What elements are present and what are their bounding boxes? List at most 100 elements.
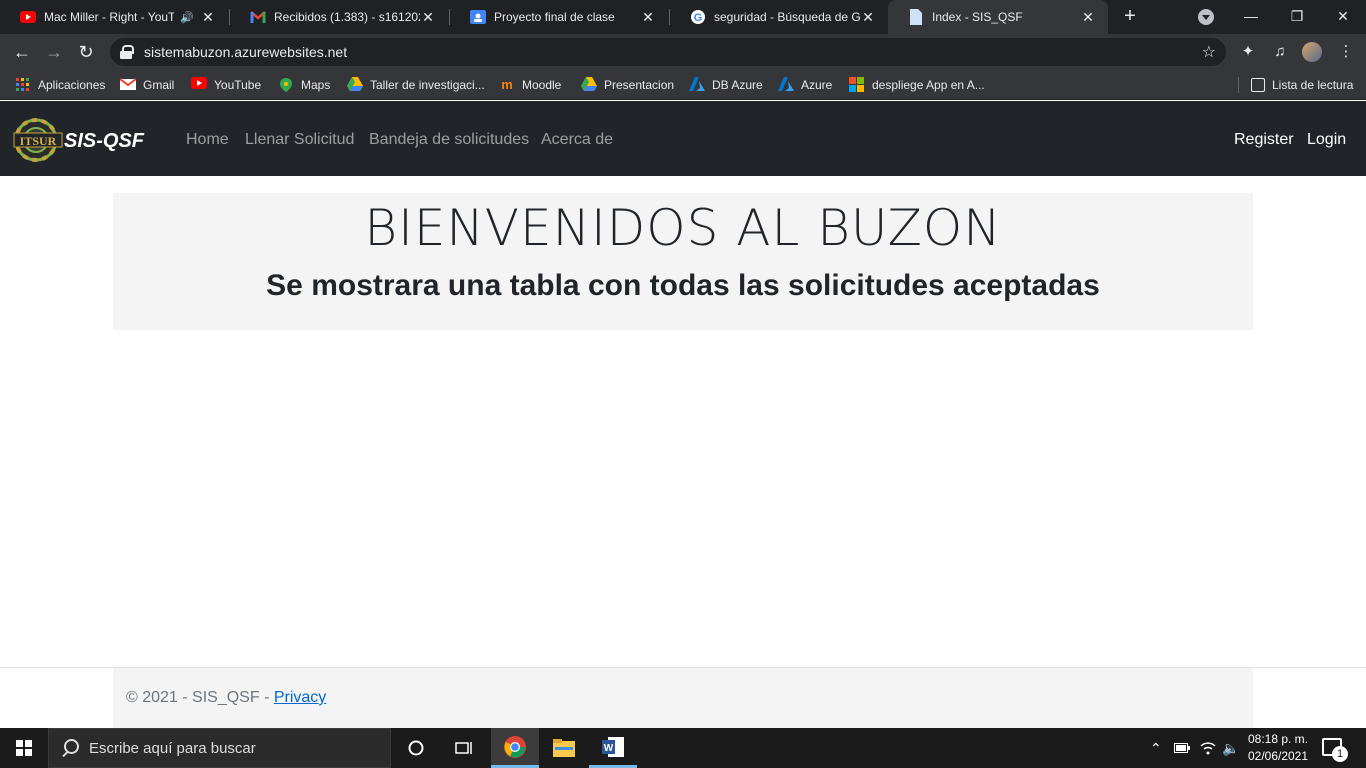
notification-count-badge: 1 bbox=[1332, 746, 1348, 762]
search-icon bbox=[61, 739, 79, 757]
start-button[interactable] bbox=[0, 728, 48, 768]
bookmark-label: despliege App en A... bbox=[872, 78, 985, 92]
minimize-button[interactable]: — bbox=[1228, 0, 1274, 34]
bookmark-label: Taller de investigaci... bbox=[370, 78, 485, 92]
nav-home[interactable]: Home bbox=[186, 131, 229, 149]
media-control-icon[interactable]: ♫ bbox=[1270, 42, 1290, 62]
profile-avatar[interactable] bbox=[1302, 42, 1322, 62]
bookmark-moodle[interactable]: m Moodle bbox=[499, 76, 561, 94]
address-bar[interactable]: sistemabuzon.azurewebsites.net ☆ bbox=[110, 38, 1226, 66]
search-placeholder: Escribe aquí para buscar bbox=[89, 739, 256, 757]
reading-list[interactable]: Lista de lectura bbox=[1238, 76, 1353, 94]
browser-tab-gmail[interactable]: Recibidos (1.383) - s1612027 ✕ bbox=[230, 0, 448, 34]
bookmark-label: Aplicaciones bbox=[38, 78, 106, 92]
chrome-taskbar-icon[interactable] bbox=[491, 728, 539, 768]
volume-icon[interactable]: 🔈 bbox=[1222, 728, 1239, 768]
svg-text:m: m bbox=[501, 77, 513, 91]
speaker-icon[interactable]: 🔊 bbox=[180, 11, 194, 24]
bookmarks-divider bbox=[1238, 77, 1239, 93]
microsoft-icon bbox=[849, 77, 865, 93]
nav-llenar-solicitud[interactable]: Llenar Solicitud bbox=[245, 131, 354, 149]
wifi-icon[interactable] bbox=[1200, 728, 1216, 768]
file-explorer-icon[interactable] bbox=[540, 728, 588, 768]
new-tab-button[interactable]: + bbox=[1118, 5, 1142, 29]
restore-button[interactable]: ❐ bbox=[1274, 0, 1320, 34]
back-arrow-icon[interactable]: ← bbox=[10, 40, 34, 64]
site-footer: © 2021 - SIS_QSF - Privacy bbox=[126, 689, 326, 707]
cortana-icon[interactable] bbox=[392, 728, 440, 768]
close-tab-icon[interactable]: ✕ bbox=[860, 9, 876, 26]
windows-taskbar: Escribe aquí para buscar W ⌃ 🔈 08:18 p. … bbox=[0, 728, 1366, 768]
register-link[interactable]: Register bbox=[1234, 131, 1294, 149]
close-window-button[interactable]: ✕ bbox=[1320, 0, 1366, 34]
privacy-link[interactable]: Privacy bbox=[274, 689, 326, 706]
bookmark-taller[interactable]: Taller de investigaci... bbox=[347, 76, 485, 94]
windows-logo-icon bbox=[16, 740, 32, 756]
tab-title: Index - SIS_QSF bbox=[932, 10, 1023, 24]
bookmark-azure[interactable]: Azure bbox=[778, 76, 832, 94]
taskbar-clock[interactable]: 08:18 p. m. 02/06/2021 bbox=[1244, 731, 1312, 765]
tab-title: Recibidos (1.383) - s1612027 bbox=[274, 10, 420, 24]
bookmark-youtube[interactable]: YouTube bbox=[191, 76, 261, 94]
bookmarks-bar: Aplicaciones Gmail YouTube Maps Taller d… bbox=[0, 70, 1366, 100]
tab-search-icon[interactable] bbox=[1198, 9, 1214, 25]
show-hidden-icons-chevron[interactable]: ⌃ bbox=[1150, 728, 1162, 768]
site-navbar: ITSUR SIS-QSF Home Llenar Solicitud Band… bbox=[0, 101, 1366, 176]
maps-icon bbox=[278, 77, 294, 93]
login-link[interactable]: Login bbox=[1307, 131, 1346, 149]
clock-date: 02/06/2021 bbox=[1247, 749, 1309, 763]
bookmark-aplicaciones[interactable]: Aplicaciones bbox=[15, 76, 105, 94]
footer-copyright: © 2021 - SIS_QSF - bbox=[126, 689, 274, 706]
nav-bandeja-solicitudes[interactable]: Bandeja de solicitudes bbox=[369, 131, 529, 149]
browser-tab-classroom[interactable]: Proyecto final de clase ✕ bbox=[450, 0, 668, 34]
reload-icon[interactable]: ↻ bbox=[74, 40, 98, 64]
drive-icon bbox=[347, 77, 363, 93]
bookmark-star-icon[interactable]: ☆ bbox=[1202, 42, 1216, 62]
bookmark-label: Gmail bbox=[143, 78, 175, 92]
menu-kebab-icon[interactable]: ⋮ bbox=[1336, 42, 1356, 62]
welcome-jumbotron: BIENVENIDOS AL BUZON Se mostrara una tab… bbox=[113, 193, 1253, 330]
bookmark-label: Maps bbox=[301, 78, 331, 92]
bookmark-presentacion[interactable]: Presentacion bbox=[581, 76, 674, 94]
apps-grid-icon bbox=[15, 77, 31, 93]
brand-name: SIS-QSF bbox=[64, 130, 145, 152]
tab-title: Mac Miller - Right - YouT bbox=[44, 10, 175, 24]
moodle-icon: m bbox=[499, 77, 515, 93]
azure-icon bbox=[778, 77, 794, 93]
forward-arrow-icon[interactable]: → bbox=[42, 40, 66, 64]
bookmark-gmail[interactable]: Gmail bbox=[119, 76, 175, 94]
bookmark-db-azure[interactable]: DB Azure bbox=[689, 76, 763, 94]
site-logo[interactable]: ITSUR SIS-QSF bbox=[12, 116, 162, 164]
page-title: BIENVENIDOS AL BUZON bbox=[364, 199, 1002, 257]
extensions-puzzle-icon[interactable]: ✦ bbox=[1238, 42, 1258, 62]
bookmark-label: Moodle bbox=[522, 78, 562, 92]
nav-acerca-de[interactable]: Acerca de bbox=[541, 131, 613, 149]
azure-icon bbox=[689, 77, 705, 93]
youtube-icon bbox=[191, 77, 207, 93]
clock-time: 08:18 p. m. bbox=[1247, 732, 1309, 746]
bookmark-despliege[interactable]: despliege App en A... bbox=[849, 76, 985, 94]
browser-tab-strip: Mac Miller - Right - YouT 🔊 ✕ Recibidos … bbox=[0, 0, 1366, 34]
browser-toolbar: ← → ↻ sistemabuzon.azurewebsites.net ☆ ✦… bbox=[0, 34, 1366, 70]
bookmark-maps[interactable]: Maps bbox=[278, 76, 330, 94]
bookmark-label: DB Azure bbox=[712, 78, 763, 92]
browser-tab-youtube[interactable]: Mac Miller - Right - YouT 🔊 ✕ bbox=[0, 0, 228, 34]
close-tab-icon[interactable]: ✕ bbox=[640, 9, 656, 26]
tab-title: seguridad - Búsqueda de Goo bbox=[714, 10, 860, 24]
word-taskbar-icon[interactable]: W bbox=[589, 728, 637, 768]
close-tab-icon[interactable]: ✕ bbox=[1080, 9, 1096, 26]
close-tab-icon[interactable]: ✕ bbox=[420, 9, 436, 26]
taskbar-search-box[interactable]: Escribe aquí para buscar bbox=[48, 728, 391, 768]
url-text[interactable]: sistemabuzon.azurewebsites.net bbox=[144, 44, 347, 60]
browser-tab-google-search[interactable]: G seguridad - Búsqueda de Goo ✕ bbox=[670, 0, 888, 34]
lock-icon[interactable] bbox=[120, 45, 134, 59]
tab-title: Proyecto final de clase bbox=[494, 10, 615, 24]
svg-text:G: G bbox=[694, 12, 703, 24]
logo-text: ITSUR bbox=[20, 134, 57, 148]
bookmark-label: Presentacion bbox=[604, 78, 675, 92]
task-view-icon[interactable] bbox=[440, 728, 488, 768]
close-tab-icon[interactable]: ✕ bbox=[200, 9, 216, 26]
gmail-icon bbox=[119, 77, 137, 93]
battery-icon[interactable] bbox=[1174, 728, 1190, 768]
browser-tab-active[interactable]: Index - SIS_QSF ✕ bbox=[888, 0, 1108, 34]
